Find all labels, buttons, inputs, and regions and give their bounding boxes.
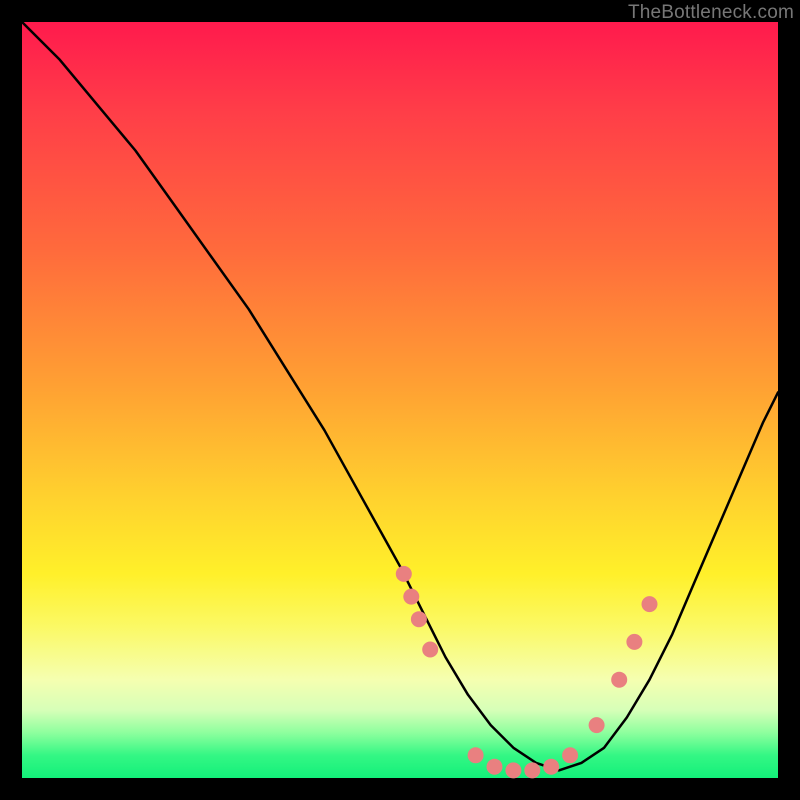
data-marker	[611, 672, 627, 688]
data-marker	[403, 589, 419, 605]
plot-area	[22, 22, 778, 778]
data-marker	[626, 634, 642, 650]
data-marker	[411, 611, 427, 627]
data-marker	[468, 747, 484, 763]
chart-svg	[22, 22, 778, 778]
data-marker	[487, 759, 503, 775]
data-marker	[642, 596, 658, 612]
data-marker	[422, 642, 438, 658]
chart-frame: TheBottleneck.com	[0, 0, 800, 800]
data-marker	[505, 762, 521, 778]
data-marker	[562, 747, 578, 763]
bottleneck-curve	[22, 22, 778, 770]
data-markers	[396, 566, 658, 779]
data-marker	[543, 759, 559, 775]
data-marker	[524, 762, 540, 778]
data-marker	[589, 717, 605, 733]
data-marker	[396, 566, 412, 582]
watermark-text: TheBottleneck.com	[628, 2, 794, 24]
